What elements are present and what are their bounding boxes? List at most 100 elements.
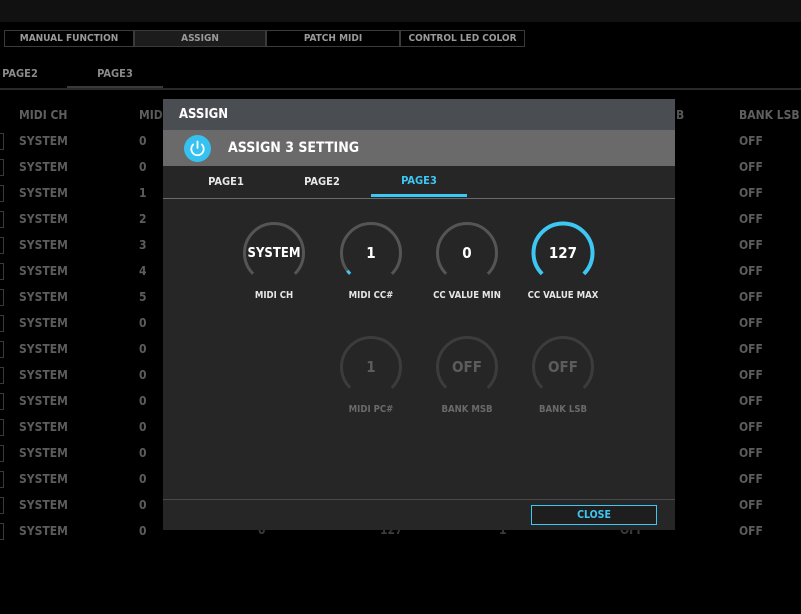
table-cell-cc: 5 — [139, 290, 147, 304]
table-cell-cc: 0 — [139, 342, 147, 356]
row-marker — [0, 237, 4, 254]
table-cell-cc: 0 — [139, 524, 147, 538]
tab-patch-midi[interactable]: PATCH MIDI — [266, 30, 400, 47]
knob-bank-lsb: OFF BANK LSB — [515, 335, 611, 435]
table-cell-cc: 0 — [139, 472, 147, 486]
knob-value: OFF — [452, 358, 482, 376]
page-tabs: PAGE2 PAGE3 — [0, 60, 801, 90]
table-cell-midi-ch: SYSTEM — [19, 368, 68, 382]
dialog-footer: CLOSE — [163, 499, 675, 531]
dialog-tabs: PAGE1 PAGE2 PAGE3 — [163, 166, 675, 199]
row-marker — [0, 133, 4, 150]
table-cell-bank-lsb: OFF — [739, 134, 763, 148]
row-marker — [0, 289, 4, 306]
table-cell-cc: 0 — [139, 160, 147, 174]
knob-label: BANK MSB — [441, 404, 493, 415]
table-cell-cc: 0 — [139, 368, 147, 382]
dialog-subtitle: ASSIGN 3 SETTING — [228, 140, 360, 156]
row-marker — [0, 471, 4, 488]
table-cell-midi-ch: SYSTEM — [19, 524, 68, 538]
row-marker — [0, 445, 4, 462]
column-header-bank-lsb: BANK LSB — [739, 108, 800, 122]
table-cell-midi-ch: SYSTEM — [19, 160, 68, 174]
dialog-title: ASSIGN — [179, 107, 229, 122]
dialog-tab-page2[interactable]: PAGE2 — [274, 166, 370, 196]
knob-label: MIDI CH — [254, 290, 294, 301]
dialog-title-bar: ASSIGN — [163, 99, 675, 130]
table-cell-midi-ch: SYSTEM — [19, 134, 68, 148]
table-cell-bank-lsb: OFF — [739, 446, 763, 460]
knob-label: CC VALUE MIN — [433, 290, 501, 301]
table-cell-bank-lsb: OFF — [739, 524, 763, 538]
table-cell-bank-lsb: OFF — [739, 212, 763, 226]
row-marker — [0, 263, 4, 280]
column-header-midi-cc: MID — [139, 108, 163, 122]
knob-value: OFF — [548, 358, 578, 376]
column-header-partial: B — [676, 108, 685, 122]
power-icon[interactable] — [184, 135, 211, 162]
table-cell-cc: 0 — [139, 498, 147, 512]
row-marker — [0, 419, 4, 436]
table-cell-midi-ch: SYSTEM — [19, 394, 68, 408]
page-tab-2[interactable]: PAGE2 — [0, 60, 40, 86]
table-cell-cc: 1 — [139, 186, 147, 200]
table-cell-midi-ch: SYSTEM — [19, 316, 68, 330]
table-cell-bank-lsb: OFF — [739, 264, 763, 278]
page-tab-3[interactable]: PAGE3 — [67, 60, 163, 88]
row-marker — [0, 497, 4, 514]
table-cell-midi-ch: SYSTEM — [19, 212, 68, 226]
table-cell-bank-lsb: OFF — [739, 290, 763, 304]
row-marker — [0, 159, 4, 176]
row-marker — [0, 367, 4, 384]
knob-value: 1 — [366, 358, 376, 376]
table-cell-cc: 2 — [139, 212, 147, 226]
table-cell-midi-ch: SYSTEM — [19, 446, 68, 460]
table-cell-midi-ch: SYSTEM — [19, 498, 68, 512]
dialog-subtitle-bar: ASSIGN 3 SETTING — [163, 130, 675, 166]
knob-label: MIDI PC# — [348, 404, 394, 415]
knob-cc-value-min[interactable]: 0 CC VALUE MIN — [419, 221, 515, 321]
row-marker — [0, 341, 4, 358]
knob-midi-pc: 1 MIDI PC# — [323, 335, 419, 435]
table-cell-bank-lsb: OFF — [739, 160, 763, 174]
table-cell-bank-lsb: OFF — [739, 498, 763, 512]
table-cell-cc: 0 — [139, 134, 147, 148]
knob-value: 127 — [548, 244, 578, 262]
knob-midi-ch[interactable]: SYSTEM MIDI CH — [226, 221, 322, 321]
table-cell-bank-lsb: OFF — [739, 316, 763, 330]
knob-label: CC VALUE MAX — [527, 290, 599, 301]
table-cell-midi-ch: SYSTEM — [19, 472, 68, 486]
knob-label: BANK LSB — [539, 404, 587, 415]
knob-cc-value-max[interactable]: 127 CC VALUE MAX — [515, 221, 611, 321]
tab-assign[interactable]: ASSIGN — [134, 30, 266, 47]
table-cell-bank-lsb: OFF — [739, 368, 763, 382]
knob-midi-cc[interactable]: 1 MIDI CC# — [323, 221, 419, 321]
table-cell-bank-lsb: OFF — [739, 238, 763, 252]
table-cell-midi-ch: SYSTEM — [19, 420, 68, 434]
table-cell-bank-lsb: OFF — [739, 394, 763, 408]
table-cell-cc: 0 — [139, 316, 147, 330]
table-cell-bank-lsb: OFF — [739, 472, 763, 486]
top-bar — [0, 0, 801, 22]
table-cell-midi-ch: SYSTEM — [19, 342, 68, 356]
table-cell-bank-lsb: OFF — [739, 186, 763, 200]
knob-label: MIDI CC# — [348, 290, 394, 301]
row-marker — [0, 185, 4, 202]
row-marker — [0, 523, 4, 540]
main-tabs: MANUAL FUNCTION ASSIGN PATCH MIDI CONTRO… — [4, 30, 525, 47]
tab-control-led-color[interactable]: CONTROL LED COLOR — [400, 30, 525, 47]
dialog-tab-page3[interactable]: PAGE3 — [371, 166, 467, 197]
dialog-tab-page1[interactable]: PAGE1 — [178, 166, 274, 196]
knob-value: SYSTEM — [247, 245, 301, 261]
row-marker — [0, 393, 4, 410]
knob-value: 0 — [462, 244, 472, 262]
table-cell-cc: 4 — [139, 264, 147, 278]
table-cell-cc: 3 — [139, 238, 147, 252]
row-marker — [0, 211, 4, 228]
table-cell-bank-lsb: OFF — [739, 342, 763, 356]
column-header-midi-ch: MIDI CH — [19, 108, 68, 122]
table-cell-midi-ch: SYSTEM — [19, 290, 68, 304]
knob-bank-msb: OFF BANK MSB — [419, 335, 515, 435]
close-button[interactable]: CLOSE — [531, 505, 657, 525]
tab-manual-function[interactable]: MANUAL FUNCTION — [4, 30, 134, 47]
